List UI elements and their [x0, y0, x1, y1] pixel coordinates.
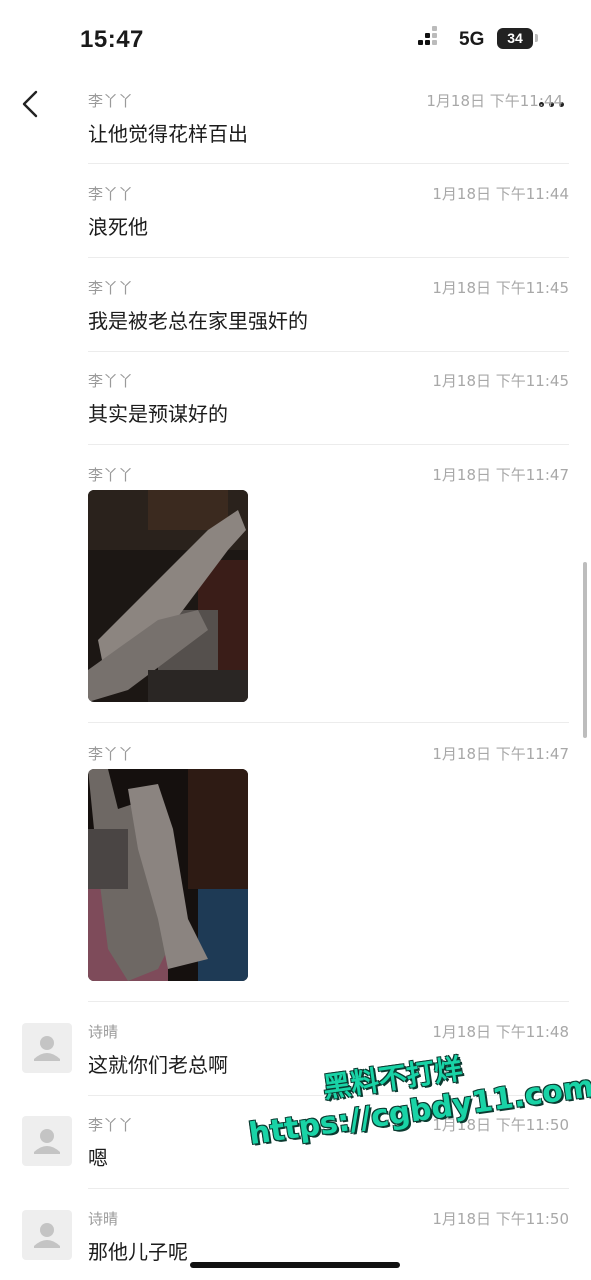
network-type: 5G [459, 29, 485, 50]
divider [88, 257, 569, 258]
message-time: 1月18日 下午11:44 [426, 92, 563, 110]
message-item[interactable]: 李丫丫 1月18日 下午11:45 我是被老总在家里强奸的 [88, 277, 569, 337]
signal-icon [418, 26, 450, 50]
message-item[interactable]: 李丫丫 1月18日 下午11:44 让他觉得花样百出 [88, 90, 569, 150]
message-text: 让他觉得花样百出 [88, 122, 248, 146]
message-time: 1月18日 下午11:47 [432, 466, 569, 484]
divider [88, 1001, 569, 1002]
avatar[interactable] [22, 1023, 72, 1073]
message-sender: 李丫丫 [88, 466, 134, 484]
divider [88, 1188, 569, 1189]
battery-icon: 34 [497, 28, 533, 49]
message-text: 那他儿子呢 [88, 1240, 188, 1264]
divider [88, 351, 569, 352]
home-indicator[interactable] [190, 1262, 400, 1268]
avatar[interactable] [22, 1116, 72, 1166]
divider [88, 444, 569, 445]
message-sender: 李丫丫 [88, 372, 134, 390]
back-button[interactable] [14, 84, 50, 124]
message-sender: 诗晴 [88, 1023, 119, 1041]
message-photo[interactable] [88, 490, 248, 702]
message-text: 嗯 [88, 1146, 108, 1170]
message-sender: 李丫丫 [88, 1116, 134, 1134]
message-sender: 李丫丫 [88, 185, 134, 203]
message-text: 其实是预谋好的 [88, 402, 228, 426]
avatar[interactable] [22, 1210, 72, 1260]
message-item[interactable]: 诗晴 1月18日 下午11:50 那他儿子呢 [88, 1208, 569, 1268]
status-time: 15:47 [80, 26, 144, 53]
message-item[interactable]: 李丫丫 1月18日 下午11:47 [88, 464, 569, 704]
user-icon [34, 1223, 60, 1248]
message-item[interactable]: 李丫丫 1月18日 下午11:45 其实是预谋好的 [88, 370, 569, 430]
message-sender: 诗晴 [88, 1210, 119, 1228]
message-time: 1月18日 下午11:47 [432, 745, 569, 763]
message-time: 1月18日 下午11:44 [432, 185, 569, 203]
status-bar: 15:47 5G 34 [0, 0, 591, 80]
message-sender: 李丫丫 [88, 279, 134, 297]
message-sender: 李丫丫 [88, 745, 134, 763]
divider [88, 722, 569, 723]
message-time: 1月18日 下午11:45 [432, 372, 569, 390]
message-time: 1月18日 下午11:50 [432, 1210, 569, 1228]
message-text: 浪死他 [88, 215, 148, 239]
message-text: 这就你们老总啊 [88, 1053, 228, 1077]
message-text: 我是被老总在家里强奸的 [88, 309, 308, 333]
user-icon [34, 1036, 60, 1061]
message-time: 1月18日 下午11:45 [432, 279, 569, 297]
scrollbar[interactable] [583, 562, 587, 738]
message-sender: 李丫丫 [88, 92, 134, 110]
message-photo[interactable] [88, 769, 248, 981]
battery-tip [535, 34, 538, 42]
user-icon [34, 1129, 60, 1154]
message-item[interactable]: 李丫丫 1月18日 下午11:47 [88, 743, 569, 983]
divider [88, 163, 569, 164]
message-item[interactable]: 李丫丫 1月18日 下午11:44 浪死他 [88, 183, 569, 243]
chevron-left-icon [22, 90, 38, 118]
